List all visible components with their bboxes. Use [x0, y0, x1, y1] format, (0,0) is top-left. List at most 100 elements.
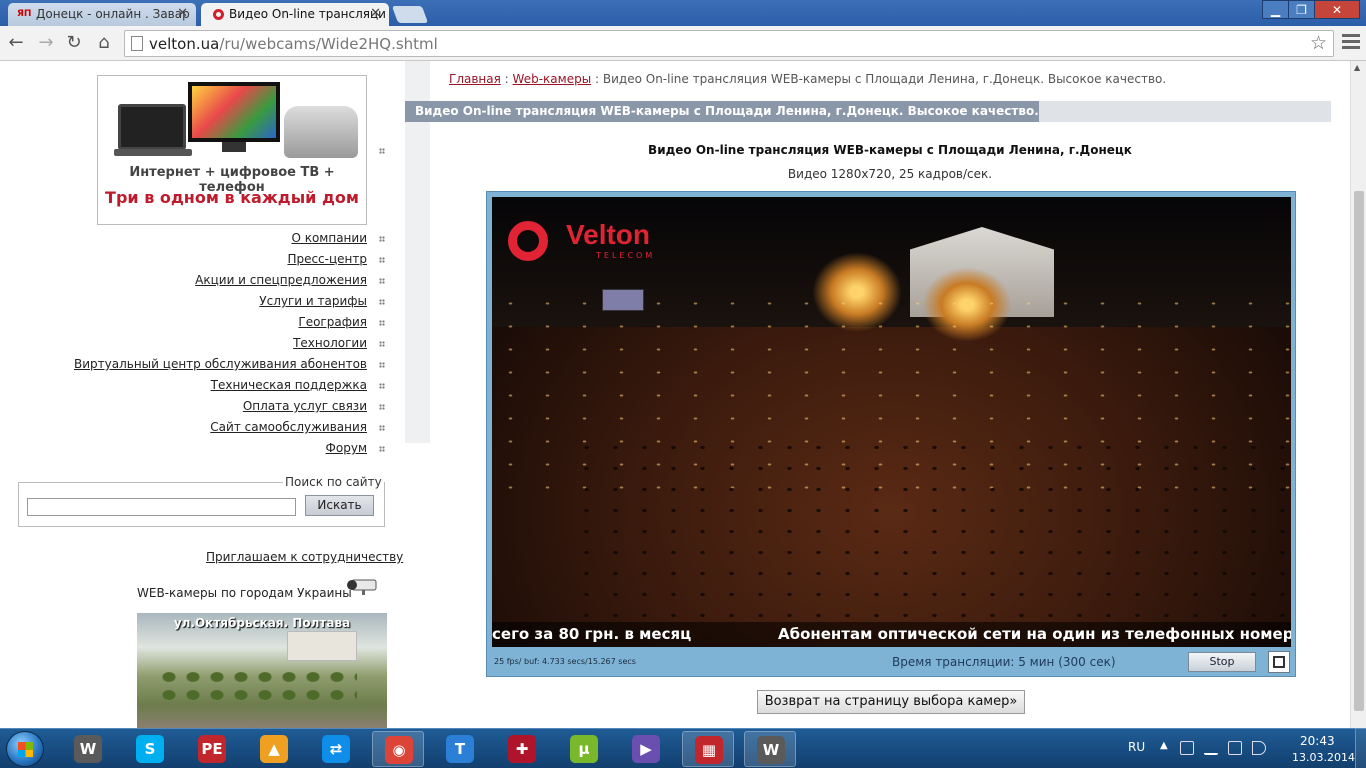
video-subheading: Видео 1280x720, 25 кадров/сек. [787, 167, 993, 181]
left-menu-item[interactable]: Услуги и тарифы [50, 294, 390, 315]
network-signal-icon[interactable] [1204, 741, 1218, 755]
left-menu-item[interactable]: Акции и спецпредложения [50, 273, 390, 294]
ticker-text-right: Абонентам оптической сети на один из тел… [778, 625, 1291, 643]
close-window-button[interactable]: ✕ [1314, 0, 1360, 19]
address-bar[interactable]: velton.ua/ru/webcams/Wide2HQ.shtml ☆ [124, 30, 1334, 57]
page-title: Видео On-line трансляция WEB-камеры с Пл… [405, 101, 1039, 122]
search-button[interactable]: Искать [305, 495, 374, 516]
left-menu-item-label[interactable]: Технологии [293, 336, 367, 350]
left-menu: О компании Пресс-центр Акции и спецпредлож… [50, 231, 390, 462]
left-menu-item-label[interactable]: Форум [326, 441, 367, 455]
trees-shape [157, 668, 357, 708]
stop-button[interactable]: Stop [1188, 652, 1256, 672]
back-to-cameras-button[interactable]: Возврат на страницу выбора камер» [757, 690, 1025, 714]
left-menu-item-label[interactable]: О компании [291, 231, 367, 245]
promo-banner[interactable]: Интернет + цифровое ТВ + телефон Три в о… [97, 75, 367, 225]
taskbar-app-world-of-tanks[interactable]: W [62, 731, 114, 767]
left-menu-item[interactable]: Форум [50, 441, 390, 462]
bullet-dots-icon [379, 299, 385, 305]
left-menu-item[interactable]: География [50, 315, 390, 336]
clock-time[interactable]: 20:43 [1300, 734, 1335, 748]
left-menu-item-label[interactable]: География [298, 315, 367, 329]
reload-icon[interactable]: ↻ [63, 32, 85, 54]
taskbar-app-chrome[interactable]: ◉ [372, 731, 424, 767]
close-tab-icon[interactable]: ✕ [370, 6, 381, 21]
breadcrumb-webcams-link[interactable]: Web-камеры [513, 72, 592, 86]
back-arrow-icon[interactable]: ← [5, 32, 27, 54]
forward-arrow-icon[interactable]: → [35, 32, 57, 54]
close-tab-icon[interactable]: ✕ [177, 6, 188, 21]
left-menu-item[interactable]: Сайт самообслуживания [50, 420, 390, 441]
breadcrumb-separator: : [595, 72, 600, 86]
taskbar-app-skype[interactable]: S [124, 731, 176, 767]
left-menu-item-label[interactable]: Сайт самообслуживания [210, 420, 367, 434]
taskbar-app-antivirus[interactable]: ✚ [496, 731, 548, 767]
taskbar-app-world-of-tanks-2[interactable]: W [744, 731, 796, 767]
taskbar-app-pe-explorer[interactable]: PE [186, 731, 238, 767]
save-app-icon: ▦ [695, 736, 723, 764]
language-indicator[interactable]: RU [1128, 740, 1145, 754]
scrollbar-thumb[interactable] [1354, 191, 1364, 711]
bullet-dots-icon [379, 362, 385, 368]
show-hidden-icons-icon[interactable]: ▲ [1160, 740, 1168, 751]
left-menu-item[interactable]: Оплата услуг связи [50, 399, 390, 420]
left-menu-item[interactable]: О компании [50, 231, 390, 252]
left-menu-item-label[interactable]: Виртуальный центр обслуживания абонентов [74, 357, 367, 371]
url-text[interactable]: velton.ua/ru/webcams/Wide2HQ.shtml [149, 35, 438, 53]
minimize-button[interactable]: ▁ [1262, 0, 1289, 19]
left-menu-item-label[interactable]: Пресс-центр [287, 252, 367, 266]
left-menu-item-label[interactable]: Техническая поддержка [211, 378, 367, 392]
bookmark-star-icon[interactable]: ☆ [1310, 32, 1327, 54]
url-host: velton.ua [149, 35, 220, 53]
cooperation-link[interactable]: Приглашаем к сотрудничеству [206, 550, 403, 564]
page-scrollbar[interactable]: ▲ [1350, 61, 1366, 728]
left-menu-item-label[interactable]: Услуги и тарифы [259, 294, 367, 308]
velton-logo-text: Velton [566, 219, 651, 250]
start-button[interactable] [6, 731, 44, 767]
left-menu-item[interactable]: Техническая поддержка [50, 378, 390, 399]
new-tab-button[interactable] [391, 6, 429, 23]
search-input[interactable] [27, 498, 296, 516]
url-path: /ru/webcams/Wide2HQ.shtml [219, 35, 438, 53]
show-desktop-button[interactable] [1355, 728, 1366, 768]
left-menu-item[interactable]: Технологии [50, 336, 390, 357]
bullet-dots-icon [379, 236, 385, 242]
clock-date[interactable]: 13.03.2014 [1292, 751, 1355, 764]
fullscreen-icon[interactable] [1268, 651, 1290, 673]
taskbar-app-aimp[interactable]: ▲ [248, 731, 300, 767]
maximize-button[interactable]: ❐ [1288, 0, 1315, 19]
usb-icon[interactable] [1180, 741, 1194, 755]
taskbar-app-utorrent[interactable]: µ [558, 731, 610, 767]
bullet-dots-icon [379, 425, 385, 431]
left-menu-item[interactable]: Виртуальный центр обслуживания абонентов [50, 357, 390, 378]
home-icon[interactable]: ⌂ [93, 32, 115, 54]
fps-buffer-info: 25 fps/ buf: 4.733 secs/15.267 secs [494, 657, 636, 666]
skype-icon: S [136, 735, 164, 763]
volume-icon[interactable] [1252, 741, 1266, 755]
left-menu-item-label[interactable]: Акции и спецпредложения [195, 273, 367, 287]
scroll-up-icon[interactable]: ▲ [1354, 63, 1360, 72]
chrome-icon: ◉ [385, 736, 413, 764]
taskbar-app-visual-studio[interactable]: ▶ [620, 731, 672, 767]
left-menu-item-label[interactable]: Оплата услуг связи [243, 399, 367, 413]
bullet-dots-icon [379, 148, 385, 154]
webcam-video-frame[interactable]: Velton TELECOM сего за 80 грн. в месяц А… [492, 197, 1291, 647]
action-center-flag-icon[interactable] [1228, 741, 1242, 755]
taskbar-app-save-app[interactable]: ▦ [682, 731, 734, 767]
laptop-base-image [114, 149, 192, 156]
ticker-text-left: сего за 80 грн. в месяц [492, 625, 692, 643]
bullet-dots-icon [379, 320, 385, 326]
webcam-icon [347, 579, 377, 595]
video-player[interactable]: Velton TELECOM сего за 80 грн. в месяц А… [486, 191, 1296, 677]
tab-video-online[interactable]: Видео On-line трансляци ✕ [201, 3, 389, 26]
news-ticker: сего за 80 грн. в месяц Абонентам оптиче… [492, 622, 1291, 647]
breadcrumb-home-link[interactable]: Главная [449, 72, 501, 86]
taskbar-app-teamviewer[interactable]: ⇄ [310, 731, 362, 767]
taskbar-app-tools[interactable]: T [434, 731, 486, 767]
tab-donetsk-online[interactable]: ЯП Донецк - онлайн . Завар ✕ [8, 3, 196, 26]
search-legend: Поиск по сайту [283, 475, 384, 489]
city-webcam-thumbnail[interactable]: ул.Октябрьская. Полтава [137, 613, 387, 728]
left-menu-item[interactable]: Пресс-центр [50, 252, 390, 273]
chrome-menu-icon[interactable] [1342, 34, 1360, 52]
page-icon [131, 36, 143, 51]
